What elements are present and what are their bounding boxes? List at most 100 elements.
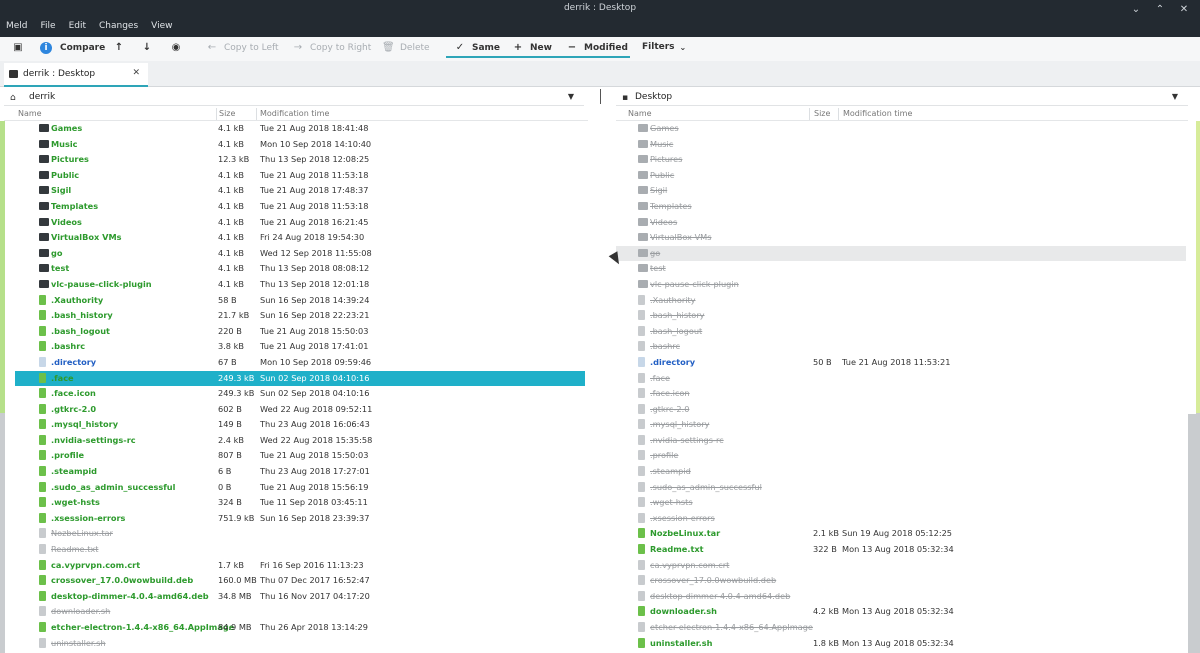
file-row[interactable]: etcher-electron-1.4.4-x86_64.AppImage 84.… xyxy=(15,620,585,636)
left-scrollbar[interactable] xyxy=(591,121,593,653)
menu-edit[interactable]: Edit xyxy=(69,21,86,31)
file-row[interactable]: Pictures xyxy=(616,152,1186,168)
file-row[interactable]: .face.icon 249.3 kB Sun 02 Sep 2018 04:10:… xyxy=(15,386,585,402)
minimize-icon[interactable]: ⌄ xyxy=(1130,4,1142,15)
file-row[interactable]: .sudo_as_admin_successful xyxy=(616,480,1186,496)
file-row[interactable]: Games 4.1 kB Tue 21 Aug 2018 18:41:48 xyxy=(15,121,585,137)
file-row[interactable]: .bash_history xyxy=(616,308,1186,324)
file-row[interactable]: Templates 4.1 kB Tue 21 Aug 2018 11:53:18 xyxy=(15,199,585,215)
file-row[interactable]: .wget-hsts xyxy=(616,495,1186,511)
menu-meld[interactable]: Meld xyxy=(6,21,28,31)
menu-view[interactable]: View xyxy=(151,21,172,31)
file-row[interactable]: ca.vyprvpn.com.crt xyxy=(616,558,1186,574)
left-col-size[interactable]: Size xyxy=(219,109,235,118)
file-row[interactable]: crossover_17.0.0wowbuild.deb xyxy=(616,573,1186,589)
file-row[interactable]: .sudo_as_admin_successful 0 B Tue 21 Aug 2… xyxy=(15,480,585,496)
file-row[interactable]: ca.vyprvpn.com.crt 1.7 kB Fri 16 Sep 2016 … xyxy=(15,558,585,574)
new-comparison-button[interactable]: ▣ xyxy=(12,42,30,53)
file-row[interactable]: .face 249.3 kB Sun 02 Sep 2018 04:10:16 xyxy=(15,370,585,387)
tab-comparison[interactable]: derrik : Desktop ✕ xyxy=(4,63,148,87)
file-row[interactable]: NozbeLinux.tar xyxy=(15,526,585,542)
file-row[interactable]: desktop-dimmer-4.0.4-amd64.deb 34.8 MB Thu… xyxy=(15,589,585,605)
file-row[interactable]: .gtkrc-2.0 xyxy=(616,402,1186,418)
file-row[interactable]: .directory 67 B Mon 10 Sep 2018 09:59:46 xyxy=(15,355,585,371)
file-row[interactable]: .Xauthority 58 B Sun 16 Sep 2018 14:39:24 xyxy=(15,293,585,309)
file-row[interactable]: .mysql_history xyxy=(616,417,1186,433)
file-row[interactable]: .gtkrc-2.0 602 B Wed 22 Aug 2018 09:52:11 xyxy=(15,402,585,418)
next-change-button[interactable]: ↓ xyxy=(141,42,159,53)
right-col-modified[interactable]: Modification time xyxy=(843,109,912,118)
file-row[interactable]: .bash_logout xyxy=(616,324,1186,340)
file-row[interactable]: downloader.sh 4.2 kB Mon 13 Aug 2018 05:32… xyxy=(616,604,1186,620)
file-row[interactable]: test 4.1 kB Thu 13 Sep 2018 08:08:12 xyxy=(15,261,585,277)
file-row[interactable]: .nvidia-settings-rc xyxy=(616,433,1186,449)
maximize-icon[interactable]: ⌃ xyxy=(1154,4,1166,15)
file-row[interactable]: test xyxy=(616,261,1186,277)
file-row[interactable]: Templates xyxy=(616,199,1186,215)
file-row[interactable]: Pictures 12.3 kB Thu 13 Sep 2018 12:08:25 xyxy=(15,152,585,168)
tab-close-icon[interactable]: ✕ xyxy=(132,68,140,78)
file-row[interactable]: Public xyxy=(616,168,1186,184)
file-row[interactable]: .nvidia-settings-rc 2.4 kB Wed 22 Aug 2018… xyxy=(15,433,585,449)
left-col-name[interactable]: Name xyxy=(18,109,42,118)
delete-button[interactable]: 🗑 Delete xyxy=(382,42,430,53)
file-row[interactable]: Readme.txt 322 B Mon 13 Aug 2018 05:32:34 xyxy=(616,542,1186,558)
file-row[interactable]: Games xyxy=(616,121,1186,137)
file-row[interactable]: .xsession-errors 751.9 kB Sun 16 Sep 2018 … xyxy=(15,511,585,527)
close-icon[interactable]: ✕ xyxy=(1178,4,1190,15)
right-scrollbar-thumb[interactable] xyxy=(1188,121,1196,414)
file-row[interactable]: uninstaller.sh 1.8 kB Mon 13 Aug 2018 05:3… xyxy=(616,636,1186,652)
file-row[interactable]: .directory 50 B Tue 21 Aug 2018 11:53:21 xyxy=(616,355,1186,371)
filters-dropdown[interactable]: Filters ⌄ xyxy=(642,42,686,52)
file-row[interactable]: VirtualBox VMs xyxy=(616,230,1186,246)
file-row[interactable]: .profile xyxy=(616,448,1186,464)
file-row[interactable]: .bashrc xyxy=(616,339,1186,355)
file-row[interactable]: uninstaller.sh xyxy=(15,636,585,652)
file-row[interactable]: .steampid 6 B Thu 23 Aug 2018 17:27:01 xyxy=(15,464,585,480)
left-path-dropdown-icon[interactable]: ▼ xyxy=(568,92,574,101)
file-row[interactable]: Music 4.1 kB Mon 10 Sep 2018 14:10:40 xyxy=(15,137,585,153)
filter-same-toggle[interactable]: ✓ Same xyxy=(454,42,500,53)
file-row[interactable]: Videos xyxy=(616,215,1186,231)
file-row[interactable]: Music xyxy=(616,137,1186,153)
file-row[interactable]: NozbeLinux.tar 2.1 kB Sun 19 Aug 2018 05:1… xyxy=(616,526,1186,542)
file-row[interactable]: .face.icon xyxy=(616,386,1186,402)
file-row[interactable]: Sigil 4.1 kB Tue 21 Aug 2018 17:48:37 xyxy=(15,183,585,199)
copy-to-right-button[interactable]: → Copy to Right xyxy=(292,42,372,53)
menu-file[interactable]: File xyxy=(41,21,56,31)
file-row[interactable]: .mysql_history 149 B Thu 23 Aug 2018 16:06… xyxy=(15,417,585,433)
file-row[interactable]: Readme.txt xyxy=(15,542,585,558)
file-row[interactable]: .bashrc 3.8 kB Tue 21 Aug 2018 17:41:01 xyxy=(15,339,585,355)
file-row[interactable]: Videos 4.1 kB Tue 21 Aug 2018 16:21:45 xyxy=(15,215,585,231)
file-row[interactable]: .steampid xyxy=(616,464,1186,480)
right-col-name[interactable]: Name xyxy=(628,109,652,118)
file-row[interactable]: etcher-electron-1.4.4-x86_64.AppImage xyxy=(616,620,1186,636)
file-row[interactable]: Sigil xyxy=(616,183,1186,199)
file-row[interactable]: vlc-pause-click-plugin 4.1 kB Thu 13 Sep 2… xyxy=(15,277,585,293)
file-row[interactable]: .face xyxy=(616,371,1186,387)
right-col-size[interactable]: Size xyxy=(814,109,830,118)
left-path-selector[interactable]: ⌂ derrik ▼ xyxy=(4,89,584,106)
file-row[interactable]: go xyxy=(616,245,1186,262)
file-row[interactable]: Public 4.1 kB Tue 21 Aug 2018 11:53:18 xyxy=(15,168,585,184)
right-scrollbar[interactable] xyxy=(1188,121,1196,653)
file-row[interactable]: downloader.sh xyxy=(15,604,585,620)
copy-to-left-button[interactable]: ← Copy to Left xyxy=(206,42,279,53)
file-row[interactable]: .bash_history 21.7 kB Sun 16 Sep 2018 22:2… xyxy=(15,308,585,324)
right-path-dropdown-icon[interactable]: ▼ xyxy=(1172,92,1178,101)
file-row[interactable]: .profile 807 B Tue 21 Aug 2018 15:50:03 xyxy=(15,448,585,464)
file-row[interactable]: desktop-dimmer-4.0.4-amd64.deb xyxy=(616,589,1186,605)
menu-changes[interactable]: Changes xyxy=(99,21,138,31)
file-row[interactable]: .bash_logout 220 B Tue 21 Aug 2018 15:50:0… xyxy=(15,324,585,340)
filter-new-toggle[interactable]: + New xyxy=(512,42,552,53)
left-col-modified[interactable]: Modification time xyxy=(260,109,329,118)
file-row[interactable]: .xsession-errors xyxy=(616,511,1186,527)
file-row[interactable]: crossover_17.0.0wowbuild.deb 160.0 MB Thu … xyxy=(15,573,585,589)
previous-change-button[interactable]: ↑ xyxy=(113,42,131,53)
stop-button[interactable]: ◉ xyxy=(170,42,188,53)
compare-button[interactable]: i Compare xyxy=(40,42,105,54)
file-row[interactable]: VirtualBox VMs 4.1 kB Fri 24 Aug 2018 19:5… xyxy=(15,230,585,246)
file-row[interactable]: go 4.1 kB Wed 12 Sep 2018 11:55:08 xyxy=(15,246,585,262)
filter-modified-toggle[interactable]: − Modified xyxy=(566,42,628,53)
file-row[interactable]: vlc-pause-click-plugin xyxy=(616,277,1186,293)
